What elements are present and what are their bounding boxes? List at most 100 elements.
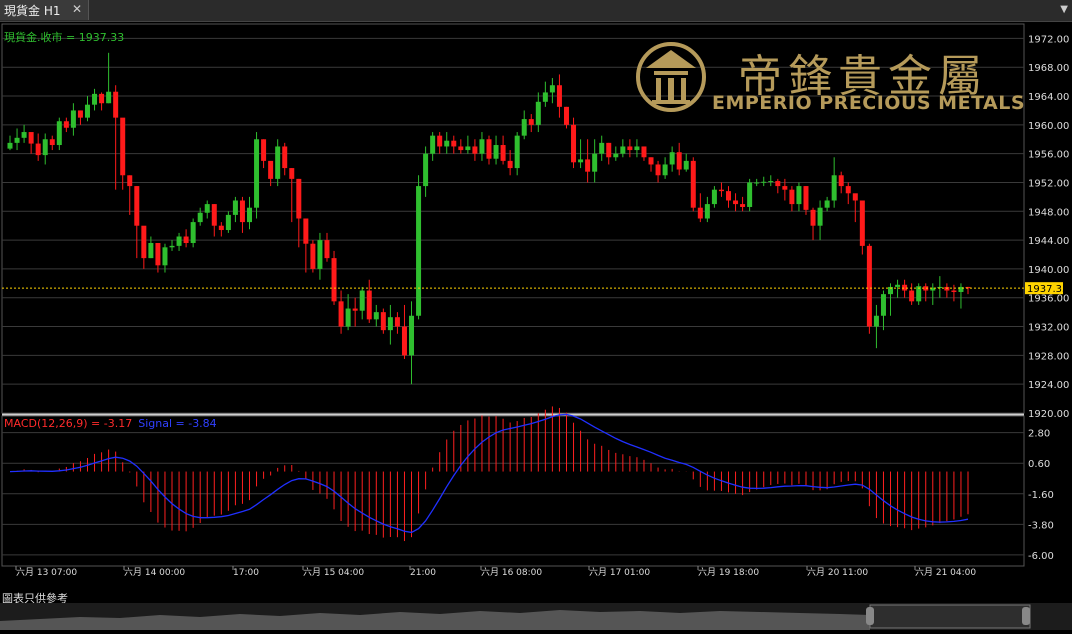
candle-body: [578, 159, 584, 163]
candle-body: [859, 200, 865, 246]
macd-tick-label: -3.80: [1028, 520, 1054, 531]
candle-body: [148, 242, 154, 259]
candle-body: [77, 110, 83, 118]
macd-legend-signal: Signal = -3.84: [138, 417, 217, 430]
x-tick-label: 六月 13 07:00: [16, 566, 77, 578]
candle-body: [747, 182, 753, 207]
candle-body: [70, 110, 76, 128]
candle-body: [718, 189, 724, 192]
candle-body: [84, 104, 90, 118]
price-tick-label: 1936.00: [1028, 294, 1069, 305]
x-tick-label: 六月 19 18:00: [698, 566, 759, 578]
x-tick-label: 六月 14 00:00: [124, 566, 185, 578]
macd-tick-label: 0.60: [1028, 459, 1050, 470]
candle-body: [789, 189, 795, 205]
candle-body: [599, 142, 605, 154]
candle-body: [528, 119, 534, 125]
candle-body: [176, 236, 182, 246]
candle-body: [211, 204, 217, 226]
candle-body: [92, 93, 98, 105]
candle-body: [507, 160, 513, 169]
macd-legend-macd: MACD(12,26,9) = -3.17: [4, 417, 133, 430]
candle-body: [99, 93, 105, 104]
candle-body: [796, 186, 802, 205]
candle-body: [155, 242, 161, 266]
candle-body: [704, 204, 710, 219]
candle-body: [254, 139, 260, 208]
candle-body: [63, 121, 69, 128]
candle-body: [711, 189, 717, 205]
candle-body: [261, 139, 267, 161]
price-tick-label: 1948.00: [1028, 207, 1069, 218]
price-tick-label: 1920.00: [1028, 409, 1069, 420]
candle-body: [289, 168, 295, 179]
candle-body: [733, 200, 739, 205]
candle-body: [275, 146, 281, 179]
brand-emblem-icon: [636, 42, 706, 112]
candle-body: [465, 146, 471, 151]
candle-body: [613, 153, 619, 158]
candle-body: [28, 132, 34, 144]
candle-body: [345, 308, 351, 327]
candle-body: [585, 159, 591, 172]
candle-body: [451, 140, 457, 147]
current-price-label: 1937.33: [1027, 284, 1068, 295]
candle-body: [239, 200, 245, 223]
candle-body: [430, 135, 436, 154]
candle-body: [662, 164, 668, 176]
scroll-handle-left[interactable]: [866, 607, 874, 625]
candle-body: [35, 143, 41, 156]
candle-body: [697, 207, 703, 219]
candle-body: [134, 186, 140, 226]
candle-body: [782, 186, 788, 190]
candle-body: [352, 308, 358, 311]
candle-body: [831, 175, 837, 201]
candle-body: [106, 91, 112, 104]
candle-body: [690, 160, 696, 208]
price-tick-label: 1952.00: [1028, 178, 1069, 189]
scroll-handle-right[interactable]: [1022, 607, 1030, 625]
candle-body: [895, 284, 901, 287]
candle-body: [324, 240, 330, 259]
candle-body: [838, 175, 844, 187]
x-tick-label: 六月 21 04:00: [915, 566, 976, 578]
candle-body: [310, 243, 316, 269]
x-tick-label: 六月 16 08:00: [481, 566, 542, 578]
macd-tick-label: -1.60: [1028, 490, 1054, 501]
candle-body: [409, 315, 415, 356]
x-tick-label: 六月 17 01:00: [589, 566, 650, 578]
candle-body: [338, 301, 344, 327]
macd-tick-label: -6.00: [1028, 551, 1054, 562]
candle-body: [944, 286, 950, 291]
chart-scrollbar[interactable]: [0, 603, 1072, 630]
candle-body: [296, 178, 302, 219]
candle-body: [479, 139, 485, 154]
candle-body: [500, 145, 506, 161]
candle-body: [514, 135, 520, 169]
candle-body: [549, 85, 555, 93]
macd-tick-label: 2.80: [1028, 429, 1050, 440]
price-tick-label: 1928.00: [1028, 351, 1069, 362]
candle-body: [373, 312, 379, 320]
candle-body: [902, 284, 908, 291]
x-tick-label: 17:00: [233, 568, 259, 578]
candle-body: [634, 146, 640, 151]
candle-body: [232, 200, 238, 215]
candle-body: [401, 326, 407, 356]
brand-name-en: EMPERIO PRECIOUS METALS: [712, 92, 1026, 114]
candle-body: [331, 258, 337, 302]
price-legend: 現貨金.收市 = 1937.33: [4, 31, 125, 44]
price-tick-label: 1972.00: [1028, 34, 1069, 45]
candle-body: [873, 315, 879, 327]
candle-body: [754, 182, 760, 184]
candle-body: [810, 209, 816, 226]
candle-body: [42, 139, 48, 156]
candle-body: [845, 186, 851, 194]
candle-body: [458, 146, 464, 151]
candle-body: [282, 146, 288, 169]
price-tick-label: 1956.00: [1028, 150, 1069, 161]
candle-body: [197, 212, 203, 223]
candle-body: [880, 294, 886, 316]
price-tick-label: 1932.00: [1028, 323, 1069, 334]
candle-body: [218, 225, 224, 231]
